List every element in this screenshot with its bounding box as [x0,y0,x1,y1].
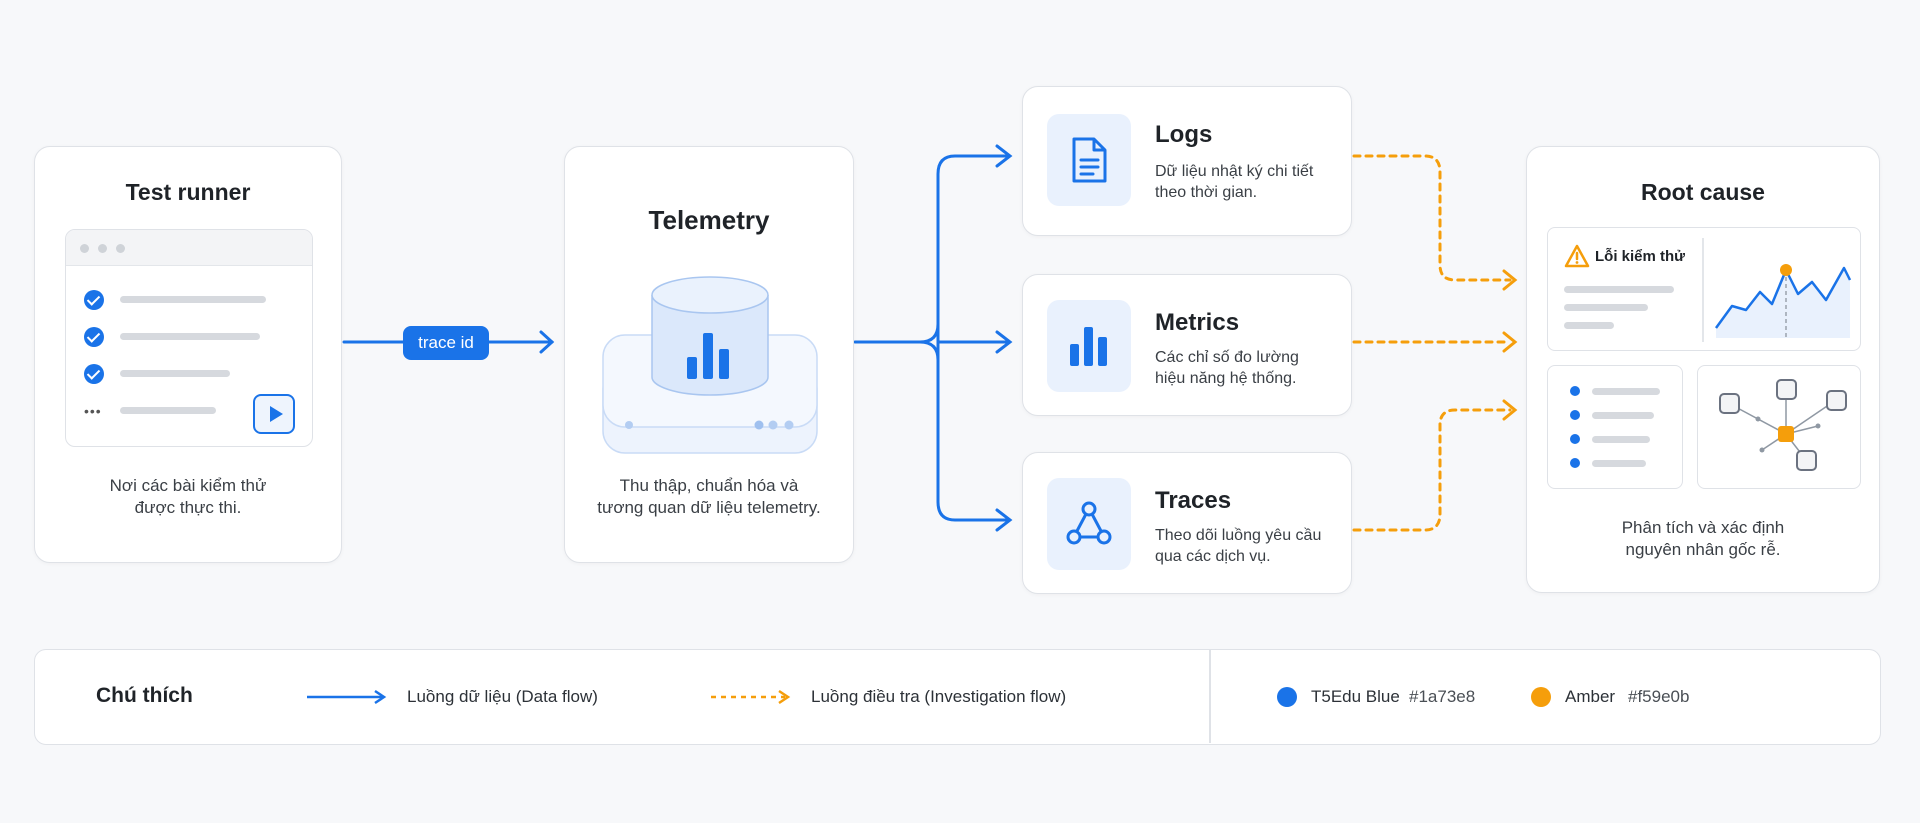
error-label: Lỗi kiểm thử [1595,248,1686,265]
window-dot [98,244,107,253]
text-placeholder [1564,322,1614,329]
metrics-icon-box [1047,300,1131,392]
trace-graph-icon [1066,501,1112,545]
legend-divider [1209,650,1211,743]
blue-color-hex: #1a73e8 [1409,687,1476,706]
test-runner-desc: Nơi các bài kiểm thử được thực thi. [109,476,267,517]
list-panel [1547,365,1683,489]
test-runner-title: Test runner [125,179,251,205]
telemetry-card: Telemetry Thu thập, chuẩn hóa và tương q… [564,146,854,563]
telemetry-desc: Thu thập, chuẩn hóa và tương quan dữ liệ… [597,476,821,517]
text-placeholder [1592,460,1646,467]
document-icon [1072,137,1107,183]
metrics-title: Metrics [1155,309,1240,336]
bar-chart-icon [1070,327,1107,366]
metrics-card: Metrics Các chỉ số đo lường hiệu năng hệ… [1022,274,1352,416]
bullet-icon [1570,410,1580,420]
amber-color-hex: #f59e0b [1628,687,1690,706]
root-cause-title: Root cause [1641,179,1765,205]
text-placeholder [120,296,266,303]
trace-id-badge: trace id [403,326,489,360]
more-icon: ••• [84,403,102,419]
investigation-flow-label: Luồng điều tra (Investigation flow) [811,687,1067,706]
anomaly-line-chart [1714,264,1852,338]
dependency-graph-panel [1697,365,1861,489]
data-flow-line-icon [307,689,387,705]
error-chart-panel: Lỗi kiểm thử [1547,227,1861,351]
root-cause-card: Root cause Lỗi kiểm thử Phân tích và xác… [1526,146,1880,593]
check-icon [84,364,104,384]
window-dot [80,244,89,253]
window-dot [116,244,125,253]
blue-swatch [1277,687,1297,707]
dependency-graph-icon [1719,379,1847,471]
check-icon [84,290,104,310]
text-placeholder [1592,412,1654,419]
text-placeholder [120,333,260,340]
test-runner-window: ••• [65,229,313,447]
text-placeholder [120,370,230,377]
bullet-icon [1570,458,1580,468]
bullet-icon [1570,434,1580,444]
panel-divider [1702,238,1704,342]
traces-title: Traces [1155,487,1232,514]
traces-desc: Theo dõi luồng yêu cầu qua các dịch vụ. [1155,527,1322,565]
test-runner-card: Test runner ••• Nơi các bài kiểm thử đượ… [34,146,342,563]
traces-icon-box [1047,478,1131,570]
database-icon [602,276,818,454]
data-flow-label: Luồng dữ liệu (Data flow) [407,687,598,706]
legend: Chú thích Luồng dữ liệu (Data flow) Luồn… [34,649,1881,745]
text-placeholder [1592,388,1660,395]
logs-icon-box [1047,114,1131,206]
check-icon [84,327,104,347]
bullet-icon [1570,386,1580,396]
play-button[interactable] [253,394,295,434]
blue-color-name: T5Edu Blue [1311,687,1400,706]
text-placeholder [1564,304,1648,311]
amber-swatch [1531,687,1551,707]
legend-title: Chú thích [96,684,193,707]
text-placeholder [1564,286,1674,293]
logs-title: Logs [1155,121,1213,148]
traces-card: Traces Theo dõi luồng yêu cầu qua các dị… [1022,452,1352,594]
metrics-desc: Các chỉ số đo lường hiệu năng hệ thống. [1155,349,1299,387]
text-placeholder [1592,436,1650,443]
root-cause-desc: Phân tích và xác định nguyên nhân gốc rễ… [1621,518,1785,559]
text-placeholder [120,407,216,414]
warning-icon [1564,244,1590,268]
logs-card: Logs Dữ liệu nhật ký chi tiết theo thời … [1022,86,1352,236]
telemetry-title: Telemetry [648,205,770,235]
investigation-flow-arrows [1352,154,1512,532]
investigation-flow-line-icon [711,689,791,705]
logs-desc: Dữ liệu nhật ký chi tiết theo thời gian. [1155,163,1314,201]
amber-color-name: Amber [1565,687,1616,706]
